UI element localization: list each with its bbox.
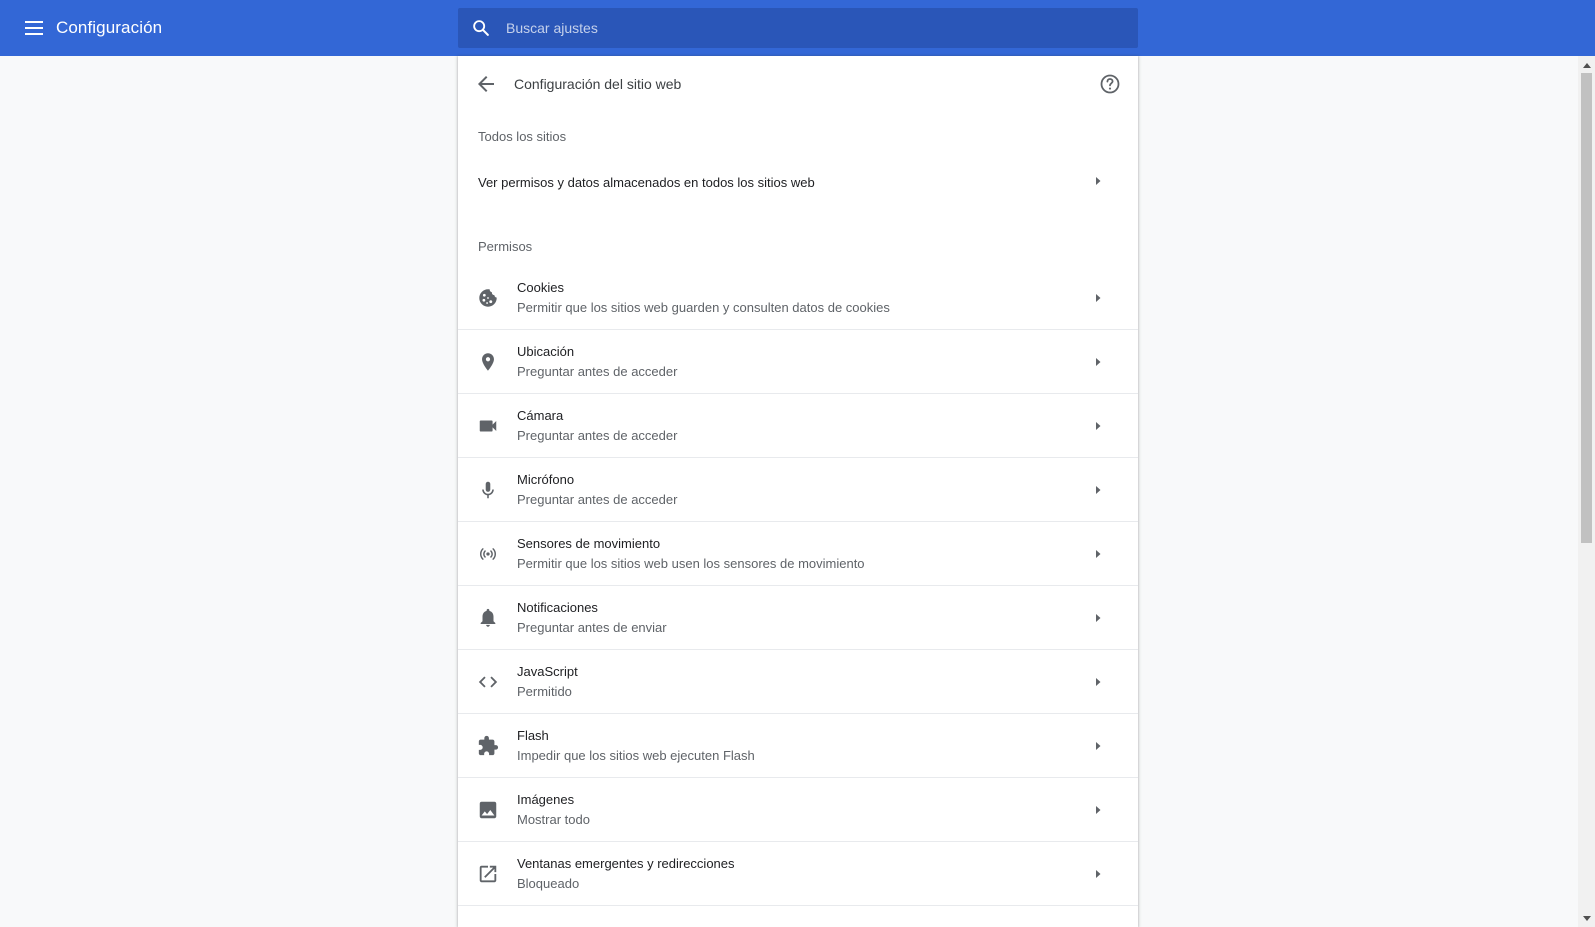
chevron-right-icon	[1096, 742, 1101, 750]
app-title: Configuración	[56, 18, 163, 37]
permission-row-location[interactable]: Ubicación Preguntar antes de acceder	[458, 330, 1138, 394]
permission-row-microphone[interactable]: Micrófono Preguntar antes de acceder	[458, 458, 1138, 522]
help-icon	[1100, 74, 1120, 94]
hamburger-menu-icon	[25, 21, 43, 35]
chevron-right-icon	[1096, 550, 1101, 558]
motion-sensor-icon	[480, 548, 496, 560]
permission-row-javascript[interactable]: JavaScript Permitido	[458, 650, 1138, 714]
scroll-down-button[interactable]	[1578, 910, 1595, 927]
permission-row-cookies[interactable]: Cookies Permitir que los sitios web guar…	[458, 266, 1138, 330]
microphone-icon	[482, 481, 494, 499]
code-icon	[478, 676, 498, 688]
chevron-right-icon	[1096, 486, 1101, 494]
chevron-right-icon	[1096, 294, 1101, 302]
permission-title: Sensores de movimiento	[517, 536, 661, 551]
top-toolbar: Configuración	[0, 0, 1595, 56]
permission-row-notifications[interactable]: Notificaciones Preguntar antes de enviar	[458, 586, 1138, 650]
search-input[interactable]	[504, 8, 1124, 48]
all-sites-row[interactable]: Ver permisos y datos almacenados en todo…	[458, 156, 1138, 206]
scroll-down-arrow-icon	[1582, 915, 1591, 921]
permission-subtitle: Preguntar antes de acceder	[517, 492, 678, 507]
permission-title: JavaScript	[517, 664, 578, 679]
page-title: Configuración del sitio web	[514, 76, 682, 92]
permission-title: Ventanas emergentes y redirecciones	[517, 856, 735, 871]
chevron-right-icon	[1096, 806, 1101, 814]
permission-row-camera[interactable]: Cámara Preguntar antes de acceder	[458, 394, 1138, 458]
site-settings-card: Configuración del sitio web Todos los si…	[458, 56, 1138, 927]
chevron-right-icon	[1096, 870, 1101, 878]
menu-button[interactable]	[22, 16, 46, 40]
permission-subtitle: Mostrar todo	[517, 812, 590, 827]
chevron-right-icon	[1096, 422, 1101, 430]
page-scrollbar[interactable]	[1578, 56, 1595, 927]
back-button[interactable]	[474, 72, 498, 96]
scroll-up-arrow-icon	[1582, 62, 1591, 68]
permission-title: Flash	[517, 728, 549, 743]
permissions-section-label: Permisos	[478, 239, 533, 254]
camera-icon	[479, 420, 497, 432]
card-header: Configuración del sitio web	[458, 56, 1138, 112]
back-arrow-icon	[478, 76, 494, 92]
permission-subtitle: Bloqueado	[517, 876, 580, 891]
chevron-right-icon	[1096, 614, 1101, 622]
scroll-thumb[interactable]	[1581, 73, 1592, 543]
open-in-new-icon	[479, 865, 497, 883]
permission-subtitle: Preguntar antes de enviar	[517, 620, 667, 635]
permission-subtitle: Permitir que los sitios web usen los sen…	[517, 556, 865, 571]
permission-row-popups[interactable]: Ventanas emergentes y redirecciones Bloq…	[458, 842, 1138, 906]
permission-title: Cámara	[517, 408, 564, 423]
permission-title: Micrófono	[517, 472, 575, 487]
permission-row-flash[interactable]: Flash Impedir que los sitios web ejecute…	[458, 714, 1138, 778]
cookie-icon	[479, 289, 498, 307]
all-sites-section-label: Todos los sitios	[478, 129, 567, 144]
permission-subtitle: Preguntar antes de acceder	[517, 428, 678, 443]
search-box[interactable]	[458, 8, 1138, 48]
permission-title: Imágenes	[517, 792, 575, 807]
permissions-list: Cookies Permitir que los sitios web guar…	[458, 266, 1138, 906]
permission-title: Cookies	[517, 280, 564, 295]
permission-title: Notificaciones	[517, 600, 598, 615]
search-icon	[470, 17, 492, 39]
permission-subtitle: Impedir que los sitios web ejecuten Flas…	[517, 748, 755, 763]
permission-title: Ubicación	[517, 344, 575, 359]
chevron-right-icon	[1096, 358, 1101, 366]
permission-subtitle: Permitir que los sitios web guarden y co…	[517, 300, 890, 315]
permission-row-motion-sensors[interactable]: Sensores de movimiento Permitir que los …	[458, 522, 1138, 586]
all-sites-row-label: Ver permisos y datos almacenados en todo…	[478, 175, 815, 190]
bell-icon	[480, 608, 496, 627]
permission-row-images[interactable]: Imágenes Mostrar todo	[458, 778, 1138, 842]
puzzle-icon	[478, 735, 499, 756]
location-pin-icon	[482, 353, 494, 371]
chevron-right-icon	[1096, 177, 1101, 185]
permission-subtitle: Permitido	[517, 684, 572, 699]
chevron-right-icon	[1096, 678, 1101, 686]
permission-subtitle: Preguntar antes de acceder	[517, 364, 678, 379]
image-icon	[479, 801, 497, 819]
help-button[interactable]	[1098, 72, 1122, 96]
scroll-up-button[interactable]	[1578, 56, 1595, 73]
